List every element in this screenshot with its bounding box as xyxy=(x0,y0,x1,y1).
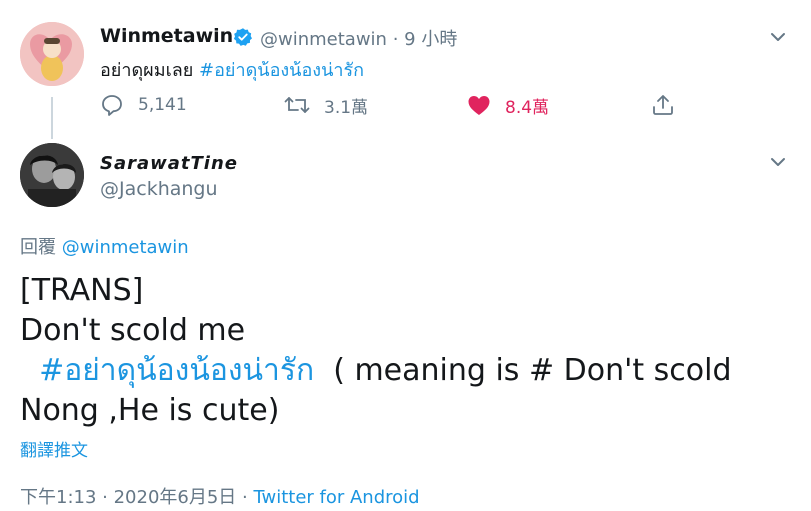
reply-button[interactable]: 5,141 xyxy=(100,92,187,118)
timestamp[interactable]: 下午1:13 · 2020年6月5日 · xyxy=(20,487,253,508)
chevron-down-icon[interactable] xyxy=(768,27,788,47)
handle[interactable]: @winmetawin xyxy=(260,29,387,50)
tweet-line-rest: ( meaning is # Don't scold xyxy=(333,353,732,388)
tweet-time[interactable]: · 9 小時 xyxy=(393,29,458,50)
verified-badge-icon xyxy=(233,28,252,46)
reply-label: 回覆 xyxy=(20,237,56,258)
hashtag-link[interactable]: #อย่าดุน้องน้องน่ารัก xyxy=(39,353,314,388)
avatar-jackhangu[interactable] xyxy=(20,143,84,207)
tweet-line: [TRANS] xyxy=(20,273,144,308)
reply-count: 5,141 xyxy=(138,95,187,115)
chevron-down-icon[interactable] xyxy=(768,152,788,172)
tweet-line: #อย่าดุน้องน้องน่ารัก ( meaning is # Don… xyxy=(20,351,800,391)
display-name[interactable]: SarawatTine xyxy=(100,153,238,174)
heart-icon xyxy=(468,96,490,115)
handle-and-time[interactable]: @winmetawin · 9 小時 xyxy=(260,25,457,51)
tweet-metadata: 下午1:13 · 2020年6月5日 · Twitter for Android xyxy=(20,483,420,509)
tweet-text: อย่าดุผมเลย #อย่าดุน้องน้องน่ารัก xyxy=(100,55,364,84)
retweet-icon xyxy=(284,97,310,113)
display-name[interactable]: Winmetawin xyxy=(100,25,233,47)
like-count: 8.4萬 xyxy=(505,97,550,118)
tweet-line: Don't scold me xyxy=(20,313,246,348)
share-icon xyxy=(653,95,673,115)
tweet-line: Nong ,He is cute) xyxy=(20,393,280,428)
retweet-button[interactable]: 3.1萬 xyxy=(284,92,368,118)
like-button[interactable]: 8.4萬 xyxy=(467,92,549,118)
reply-icon xyxy=(102,95,122,116)
avatar-image xyxy=(20,22,84,86)
avatar-winmetawin[interactable] xyxy=(20,22,84,86)
translate-tweet-link[interactable]: 翻譯推文 xyxy=(20,436,88,461)
avatar-image xyxy=(20,143,84,207)
thread-connector xyxy=(51,97,53,139)
handle[interactable]: @Jackhangu xyxy=(100,178,218,200)
retweet-count: 3.1萬 xyxy=(324,97,369,118)
tweet-text-body: อย่าดุผมเลย xyxy=(100,60,200,81)
replying-to: 回覆 @winmetawin xyxy=(20,233,189,259)
hashtag-link[interactable]: #อย่าดุน้องน้องน่ารัก xyxy=(199,60,364,81)
source-link[interactable]: Twitter for Android xyxy=(253,487,419,508)
share-button[interactable] xyxy=(651,92,689,118)
tweet-body: [TRANS] Don't scold me #อย่าดุน้องน้องน่… xyxy=(20,271,800,431)
reply-handle-link[interactable]: @winmetawin xyxy=(62,237,189,258)
